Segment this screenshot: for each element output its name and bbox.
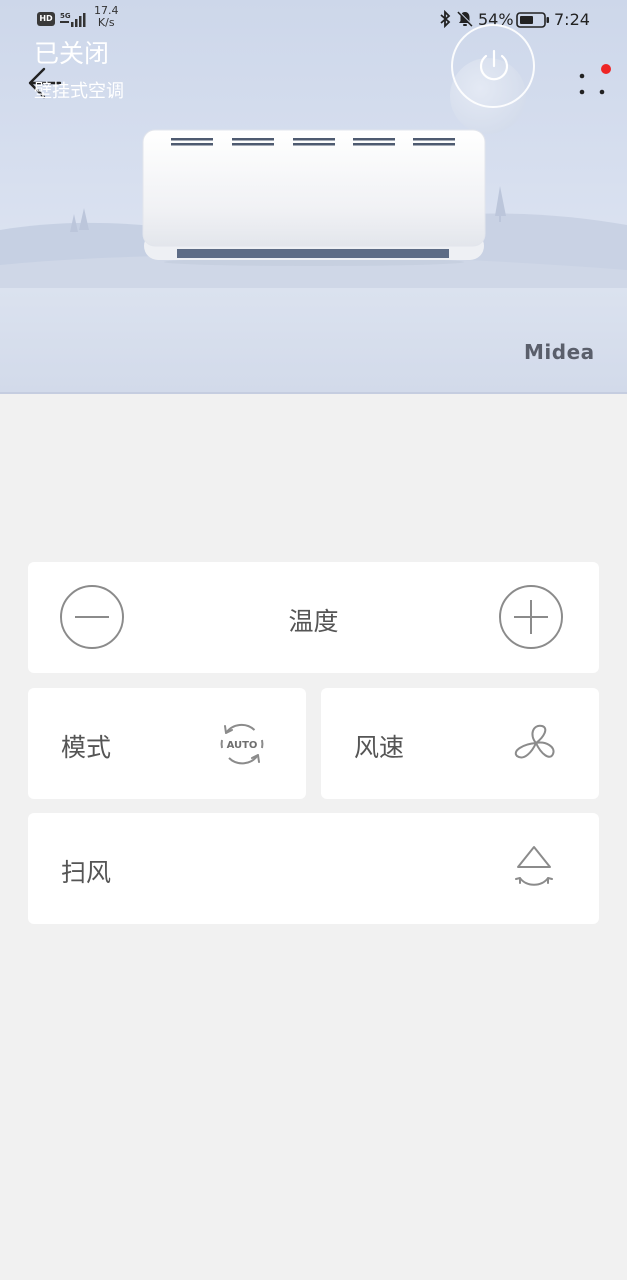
swing-card[interactable]: 扫风 bbox=[28, 813, 599, 924]
power-icon bbox=[479, 49, 509, 81]
mode-label: 模式 bbox=[61, 733, 112, 762]
device-state: 已关闭 bbox=[34, 39, 110, 68]
temperature-card: 温度 bbox=[28, 562, 599, 673]
auto-mode-icon: AUTO bbox=[220, 723, 264, 765]
battery-icon bbox=[516, 12, 549, 28]
network-speed: 17.4 K/s bbox=[94, 5, 119, 29]
device-type: 壁挂式空调 bbox=[34, 81, 124, 102]
air-conditioner-illustration bbox=[142, 129, 486, 266]
mode-card[interactable]: 模式 AUTO bbox=[28, 688, 306, 799]
wind-speed-label: 风速 bbox=[354, 733, 405, 762]
hd-badge: HD bbox=[37, 12, 55, 26]
swing-icon bbox=[515, 846, 553, 886]
fan-icon bbox=[514, 724, 555, 759]
bell-muted-icon bbox=[457, 10, 474, 27]
hero-divider bbox=[0, 392, 627, 394]
network-type: 5G bbox=[60, 12, 71, 20]
notification-dot bbox=[601, 64, 611, 74]
swing-label: 扫风 bbox=[61, 858, 112, 887]
brand-logo: Midea bbox=[524, 340, 595, 364]
power-button[interactable] bbox=[451, 24, 535, 108]
temperature-increase-button[interactable] bbox=[499, 585, 563, 649]
bluetooth-icon bbox=[440, 10, 451, 28]
plus-icon bbox=[514, 600, 548, 634]
network-speed-unit: K/s bbox=[97, 16, 115, 29]
cellular-signal-icon: 5G bbox=[60, 12, 86, 27]
wind-speed-card[interactable]: 风速 bbox=[321, 688, 599, 799]
clock: 7:24 bbox=[554, 10, 590, 29]
auto-mode-text: AUTO bbox=[227, 740, 258, 751]
